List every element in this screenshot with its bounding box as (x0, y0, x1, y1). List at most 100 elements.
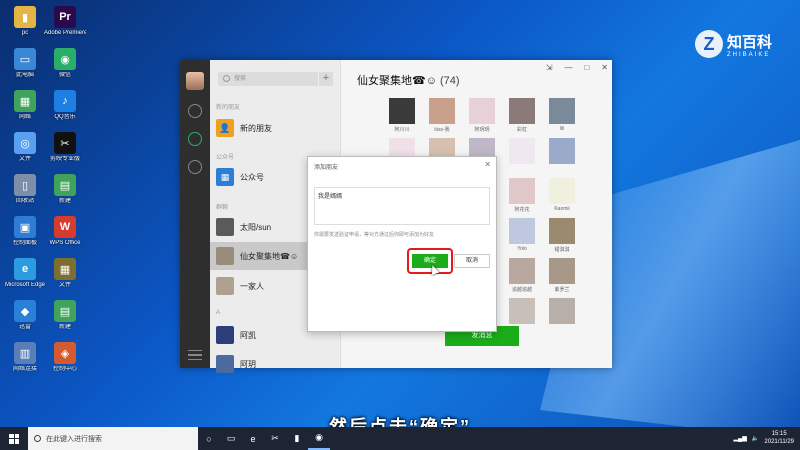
group-member[interactable]: 彩虹 (507, 98, 537, 133)
contact-item-ayue[interactable]: 阿玥 (210, 350, 341, 378)
group-member[interactable] (507, 298, 537, 326)
desktop-icon[interactable]: ▭ 此电脑 (4, 48, 46, 79)
new-friends-icon: 👤 (216, 119, 234, 137)
group-detail-panel: ⇲ — □ ✕ 仙女聚集地☎☺ (74) 阿川川 kiss-我 阿玥玥 彩虹 lili 阿… (307, 60, 612, 368)
contact-item-label: 一家人 (240, 281, 264, 291)
member-avatar (509, 298, 535, 324)
group-member[interactable] (547, 138, 577, 166)
desktop-icon[interactable]: ▦ 网络 (4, 90, 46, 121)
group-member[interactable]: 阿川川 (387, 98, 417, 133)
volume-icon[interactable]: 🔈 (752, 435, 759, 442)
desktop-icon-label: 文件 (18, 156, 31, 162)
group-member[interactable]: 甜淇淇 (547, 218, 577, 253)
cancel-button[interactable]: 取消 (454, 254, 490, 268)
user-avatar[interactable] (186, 72, 204, 90)
maximize-icon[interactable]: □ (584, 63, 589, 72)
task-view-icon[interactable]: ○ (198, 427, 220, 450)
zhibaike-watermark: Z 知百科 ZHIBAIKE (695, 30, 772, 58)
desktop-icon[interactable]: ◆ 迅雷 (4, 300, 46, 331)
minimize-icon[interactable]: — (564, 63, 572, 72)
desktop-icon-label: 文件 (58, 282, 71, 288)
desktop-icon-label: 网络 (18, 114, 31, 120)
wechat-taskbar-icon[interactable]: ◉ (308, 427, 330, 450)
edge-icon[interactable]: e (242, 427, 264, 450)
close-icon[interactable]: ✕ (601, 63, 608, 72)
group-member[interactable]: 阿花花 (507, 178, 537, 213)
desktop-app-icon: ▦ (54, 258, 76, 280)
desktop-icon[interactable]: ▮ pc (4, 6, 46, 37)
member-avatar (509, 98, 535, 124)
desktop-icon[interactable]: ◉ 微信 (44, 48, 86, 79)
favorites-icon[interactable] (188, 160, 202, 174)
desktop-icon[interactable]: W WPS Office (44, 216, 86, 247)
add-contact-button[interactable]: + (319, 72, 333, 86)
contact-item-label: 公众号 (240, 172, 264, 182)
desktop-icon[interactable]: ▯ 回收站 (4, 174, 46, 205)
clock[interactable]: 15:15 2021/11/29 (764, 431, 794, 445)
group-member[interactable] (507, 138, 537, 166)
desktop-app-icon: e (14, 258, 36, 280)
section-groups: 群聊 (216, 205, 229, 211)
desktop-icon[interactable]: ◎ 文件 (4, 132, 46, 163)
network-icon[interactable]: ▂▄▆ (733, 435, 746, 442)
search-input[interactable]: 搜索 (218, 72, 318, 86)
desktop-icon[interactable]: ♪ QQ音乐 (44, 90, 86, 121)
member-name: 阿川川 (394, 127, 410, 133)
group-member[interactable]: 追越追越 (507, 258, 537, 293)
group-member[interactable]: kiss-我 (427, 98, 457, 133)
group-member[interactable]: lili (547, 98, 577, 132)
desktop-icon-label: 剪映专业版 (49, 156, 80, 162)
member-name: kiss-我 (434, 127, 450, 133)
desktop-icon[interactable]: ▦ 文件 (44, 258, 86, 289)
contact-item-new-friends[interactable]: 👤 新的朋友 (210, 114, 341, 142)
premiere-icon[interactable]: ▮ (286, 427, 308, 450)
member-name: 紫罗兰 (554, 287, 570, 293)
desktop-icon[interactable]: ▤ 新建 (44, 300, 86, 331)
dialog-close-icon[interactable]: ✕ (484, 160, 491, 169)
desktop-icon[interactable]: Pr Adobe Premiere Pro (44, 6, 86, 37)
jianying-icon[interactable]: ✂ (264, 427, 286, 450)
chat-icon[interactable] (188, 104, 202, 118)
group-member-count: (74) (440, 75, 460, 87)
group-member[interactable]: 阿玥玥 (467, 98, 497, 133)
desktop-app-icon: ▦ (14, 90, 36, 112)
desktop-icon[interactable]: ✂ 剪映专业版 (44, 132, 86, 163)
desktop-icon[interactable]: e Microsoft Edge (4, 258, 46, 289)
system-tray: ▂▄▆ 🔈 15:15 2021/11/29 (733, 431, 800, 445)
section-letter-a: A (216, 310, 221, 316)
member-avatar (389, 98, 415, 124)
desktop-icon-label: 此电脑 (15, 72, 34, 78)
contacts-icon[interactable] (188, 132, 202, 146)
desktop-app-icon: ◉ (54, 48, 76, 70)
verify-message-input[interactable] (314, 187, 490, 225)
desktop-icon[interactable]: ▣ 控制面板 (4, 216, 46, 247)
member-avatar (549, 218, 575, 244)
desktop-icon[interactable]: ▤ 新建 (44, 174, 86, 205)
group-member[interactable]: Kaomii (547, 178, 577, 212)
contact-item-label: 阿玥 (240, 359, 256, 369)
group-member[interactable]: Yolo (507, 218, 537, 252)
group-name: 仙女聚集地☎☺ (357, 75, 437, 87)
search-placeholder: 搜索 (234, 76, 247, 82)
desktop-icon[interactable]: ▥ 网络连接 (4, 342, 46, 373)
file-explorer-icon[interactable]: ▭ (220, 427, 242, 450)
menu-icon[interactable] (188, 350, 202, 360)
group-member[interactable] (547, 298, 577, 326)
taskbar-search[interactable]: 在此键入进行搜索 (28, 427, 198, 450)
start-button[interactable] (0, 427, 28, 450)
pin-icon[interactable]: ⇲ (546, 63, 553, 72)
desktop-app-icon: ▤ (54, 174, 76, 196)
add-friend-dialog: 添加朋友 ✕ 你需要发送验证申请，等对方通过后你即可添加为好友 确定 取消 (307, 156, 497, 332)
wechat-nav-rail (180, 60, 210, 368)
contact-avatar (216, 326, 234, 344)
desktop-app-icon: ◆ (14, 300, 36, 322)
desktop-icon[interactable]: ◈ 控制中心 (44, 342, 86, 373)
watermark-name: 知百科 (727, 33, 773, 51)
desktop-app-icon: ▯ (14, 174, 36, 196)
group-member[interactable]: 紫罗兰 (547, 258, 577, 293)
desktop-icon-label: 微信 (58, 72, 71, 78)
desktop-icon-area: ▮ pc Pr Adobe Premiere Pro ▭ 此电脑 ◉ 微信 ▦ 网络 ♪ QQ音乐 ◎ 文… (0, 0, 90, 420)
member-avatar (549, 138, 575, 164)
search-icon (223, 75, 230, 82)
member-avatar (469, 98, 495, 124)
